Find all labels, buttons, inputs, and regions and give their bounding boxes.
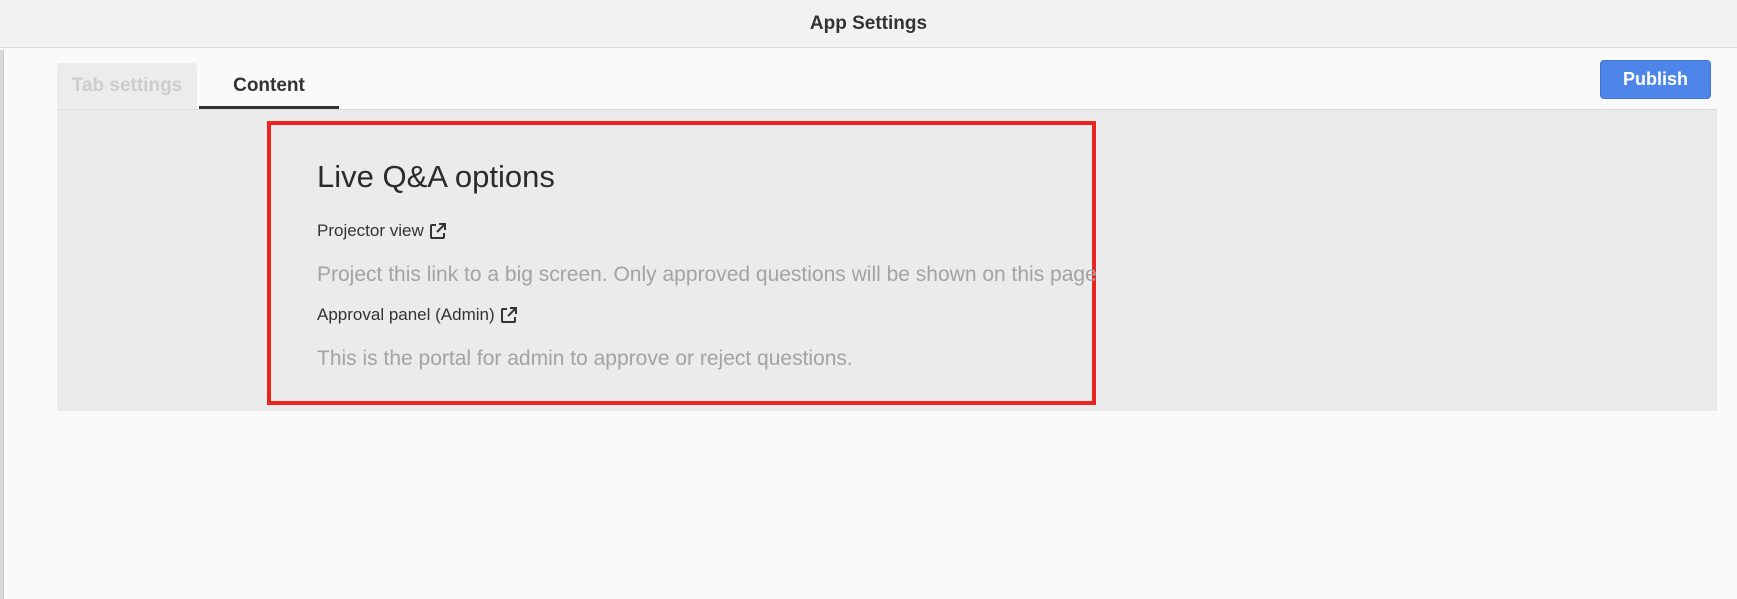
approval-panel-label: Approval panel (Admin)	[317, 305, 495, 324]
title-bar: App Settings	[0, 0, 1737, 48]
tab-tab-settings[interactable]: Tab settings	[57, 63, 197, 109]
projector-view-description: Project this link to a big screen. Only …	[317, 263, 1097, 286]
left-edge-divider	[0, 50, 4, 599]
tab-bar: Tab settings Content	[57, 63, 339, 109]
window-title: App Settings	[809, 12, 928, 34]
external-link-icon	[499, 305, 519, 325]
approval-panel-description: This is the portal for admin to approve …	[317, 347, 853, 370]
approval-panel-link[interactable]: Approval panel (Admin)	[317, 305, 519, 325]
tab-content[interactable]: Content	[199, 63, 339, 109]
external-link-icon	[428, 221, 448, 241]
publish-button[interactable]: Publish	[1600, 60, 1711, 99]
projector-view-link[interactable]: Projector view	[317, 221, 448, 241]
projector-view-label: Projector view	[317, 221, 424, 240]
section-title: Live Q&A options	[317, 159, 555, 194]
